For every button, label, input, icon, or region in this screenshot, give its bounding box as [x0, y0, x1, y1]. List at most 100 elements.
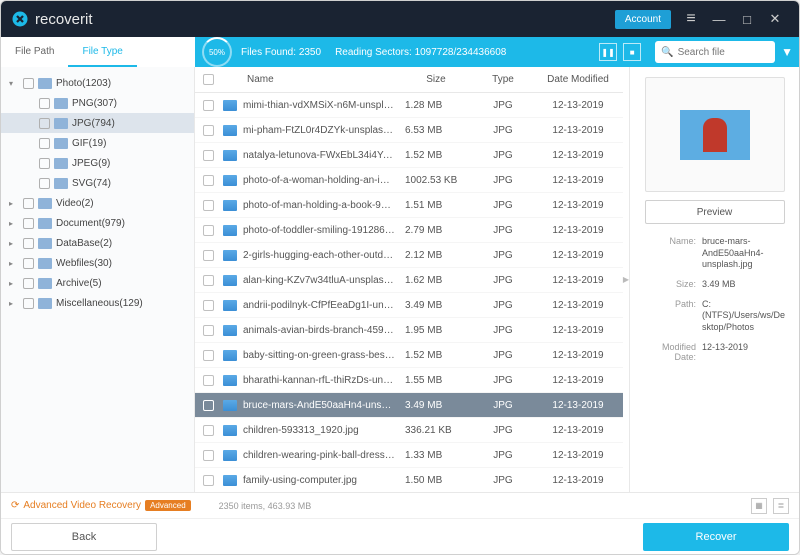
select-all-checkbox[interactable] — [203, 74, 214, 85]
maximize-icon[interactable]: □ — [733, 6, 761, 32]
table-row[interactable]: family-using-computer.jpg1.50 MBJPG12-13… — [195, 468, 623, 492]
row-checkbox[interactable] — [203, 200, 214, 211]
tree-label: GIF(19) — [72, 138, 106, 149]
tree-checkbox[interactable] — [23, 218, 34, 229]
col-type[interactable]: Type — [473, 74, 533, 85]
row-checkbox[interactable] — [203, 225, 214, 236]
file-date: 12-13-2019 — [533, 400, 623, 411]
tree-checkbox[interactable] — [39, 98, 50, 109]
table-row[interactable]: children-593313_1920.jpg336.21 KBJPG12-1… — [195, 418, 623, 443]
tab-file-type[interactable]: File Type — [68, 37, 136, 67]
expand-icon[interactable]: ▸ — [9, 299, 19, 308]
tree-item[interactable]: ▸Document(979) — [1, 213, 194, 233]
row-checkbox[interactable] — [203, 100, 214, 111]
table-row[interactable]: 2-girls-hugging-each-other-outdoor-...2.… — [195, 243, 623, 268]
list-view-icon[interactable]: ≣ — [773, 498, 789, 514]
tree-checkbox[interactable] — [23, 258, 34, 269]
table-row[interactable]: alan-king-KZv7w34tluA-unsplash.jpg1.62 M… — [195, 268, 623, 293]
table-row[interactable]: animals-avian-birds-branch-459326.j...1.… — [195, 318, 623, 343]
advanced-video-recovery-link[interactable]: ⟳ Advanced Video Recovery — [11, 500, 141, 511]
table-row[interactable]: baby-sitting-on-green-grass-beside-...1.… — [195, 343, 623, 368]
back-button[interactable]: Back — [11, 523, 157, 551]
table-row[interactable]: photo-of-man-holding-a-book-92702...1.51… — [195, 193, 623, 218]
expand-icon[interactable]: ▸ — [9, 239, 19, 248]
expand-icon[interactable]: ▸ — [9, 279, 19, 288]
row-checkbox[interactable] — [203, 475, 214, 486]
expand-icon[interactable]: ▸ — [9, 259, 19, 268]
file-type: JPG — [473, 150, 533, 161]
tree-label: JPG(794) — [72, 118, 115, 129]
row-checkbox[interactable] — [203, 275, 214, 286]
tree-item[interactable]: GIF(19) — [1, 133, 194, 153]
col-date[interactable]: Date Modified — [533, 74, 623, 85]
table-row[interactable]: photo-of-toddler-smiling-1912868.jpg2.79… — [195, 218, 623, 243]
account-button[interactable]: Account — [615, 10, 671, 29]
recover-button[interactable]: Recover — [643, 523, 789, 551]
minimize-icon[interactable]: — — [705, 6, 733, 32]
tree-item[interactable]: ▾Photo(1203) — [1, 73, 194, 93]
tab-file-path[interactable]: File Path — [1, 37, 68, 67]
menu-icon[interactable]: ≡ — [677, 6, 705, 32]
row-checkbox[interactable] — [203, 450, 214, 461]
table-row[interactable]: children-wearing-pink-ball-dress-360...1… — [195, 443, 623, 468]
tree-checkbox[interactable] — [39, 178, 50, 189]
file-icon — [223, 375, 237, 386]
file-size: 1.55 MB — [399, 375, 473, 386]
grid-view-icon[interactable]: ▦ — [751, 498, 767, 514]
table-row[interactable]: andrii-podilnyk-CfPfEeaDg1I-unsplas...3.… — [195, 293, 623, 318]
tree-checkbox[interactable] — [23, 238, 34, 249]
meta-name-label: Name: — [640, 236, 702, 271]
table-row[interactable]: mi-pham-FtZL0r4DZYk-unsplash.jpg6.53 MBJ… — [195, 118, 623, 143]
row-checkbox[interactable] — [203, 425, 214, 436]
tree-item[interactable]: PNG(307) — [1, 93, 194, 113]
tree-item[interactable]: ▸Webfiles(30) — [1, 253, 194, 273]
tree-item[interactable]: ▸Archive(5) — [1, 273, 194, 293]
table-row[interactable]: bharathi-kannan-rfL-thiRzDs-unsplas...1.… — [195, 368, 623, 393]
folder-icon — [38, 276, 52, 290]
file-type: JPG — [473, 175, 533, 186]
tree-checkbox[interactable] — [23, 198, 34, 209]
tree-item[interactable]: ▸Video(2) — [1, 193, 194, 213]
row-checkbox[interactable] — [203, 300, 214, 311]
row-checkbox[interactable] — [203, 350, 214, 361]
col-name[interactable]: Name — [243, 74, 399, 85]
tree-checkbox[interactable] — [23, 78, 34, 89]
table-row[interactable]: natalya-letunova-FWxEbL34i4Y-unspl...1.5… — [195, 143, 623, 168]
tree-item[interactable]: JPEG(9) — [1, 153, 194, 173]
row-checkbox[interactable] — [203, 400, 214, 411]
tree-item[interactable]: SVG(74) — [1, 173, 194, 193]
file-size: 2.79 MB — [399, 225, 473, 236]
preview-button[interactable]: Preview — [645, 200, 785, 224]
expand-icon[interactable]: ▸ — [9, 199, 19, 208]
expand-icon[interactable]: ▾ — [9, 79, 19, 88]
tree-checkbox[interactable] — [39, 138, 50, 149]
row-checkbox[interactable] — [203, 325, 214, 336]
tree-checkbox[interactable] — [39, 118, 50, 129]
row-checkbox[interactable] — [203, 125, 214, 136]
table-row[interactable]: photo-of-a-woman-holding-an-ipad-7...100… — [195, 168, 623, 193]
table-row[interactable]: bruce-mars-AndE50aaHn4-unsplash...3.49 M… — [195, 393, 623, 418]
row-checkbox[interactable] — [203, 250, 214, 261]
tree-label: SVG(74) — [72, 178, 111, 189]
row-checkbox[interactable] — [203, 175, 214, 186]
tree-checkbox[interactable] — [39, 158, 50, 169]
search-box[interactable]: 🔍 — [655, 41, 775, 63]
file-size: 1.62 MB — [399, 275, 473, 286]
file-date: 12-13-2019 — [533, 475, 623, 486]
tree-item[interactable]: JPG(794) — [1, 113, 194, 133]
file-date: 12-13-2019 — [533, 175, 623, 186]
expand-icon[interactable]: ▸ — [9, 219, 19, 228]
row-checkbox[interactable] — [203, 150, 214, 161]
pause-icon[interactable]: ❚❚ — [599, 43, 617, 61]
tree-checkbox[interactable] — [23, 298, 34, 309]
stop-icon[interactable]: ■ — [623, 43, 641, 61]
tree-checkbox[interactable] — [23, 278, 34, 289]
filter-icon[interactable]: ▼ — [781, 45, 793, 59]
tree-item[interactable]: ▸DataBase(2) — [1, 233, 194, 253]
close-icon[interactable]: ✕ — [761, 6, 789, 32]
search-input[interactable] — [678, 47, 763, 58]
col-size[interactable]: Size — [399, 74, 473, 85]
tree-item[interactable]: ▸Miscellaneous(129) — [1, 293, 194, 313]
row-checkbox[interactable] — [203, 375, 214, 386]
table-row[interactable]: mimi-thian-vdXMSiX-n6M-unsplash.jpg1.28 … — [195, 93, 623, 118]
